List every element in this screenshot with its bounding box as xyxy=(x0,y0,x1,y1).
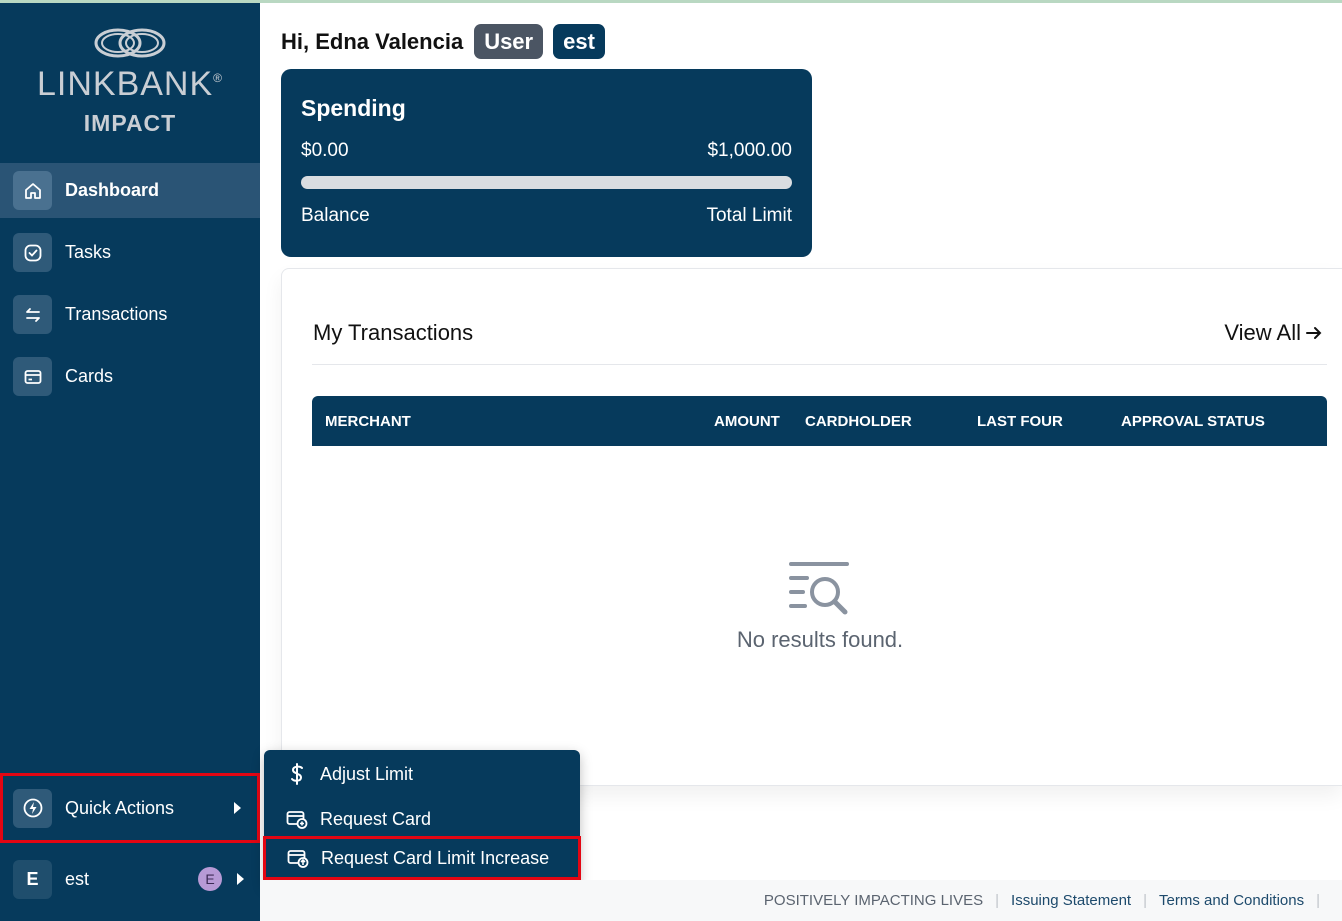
user-menu[interactable]: E est E xyxy=(0,857,260,901)
quick-actions-label: Quick Actions xyxy=(65,797,175,818)
balance-label: Balance xyxy=(301,205,370,226)
quick-actions-button[interactable]: Quick Actions xyxy=(0,773,260,843)
greeting: Hi, Edna Valencia xyxy=(281,28,464,54)
divider xyxy=(312,364,1327,365)
spending-card: Spending $0.00 $1,000.00 Balance Total L… xyxy=(281,69,812,257)
card-up-icon xyxy=(287,848,309,868)
footer-tagline: POSITIVELY IMPACTING LIVES xyxy=(763,892,984,909)
card-plus-icon xyxy=(286,809,308,829)
issuing-statement-link[interactable]: Issuing Statement xyxy=(1011,892,1131,909)
home-icon xyxy=(13,171,52,210)
footer-separator: | xyxy=(1143,892,1148,909)
column-last-four[interactable]: LAST FOUR xyxy=(977,413,1063,430)
spending-title: Spending xyxy=(301,95,406,121)
org-badge: est xyxy=(553,24,605,59)
spending-amounts: $0.00 $1,000.00 xyxy=(301,140,792,162)
transactions-title: My Transactions xyxy=(313,320,474,345)
lightning-icon xyxy=(13,788,52,828)
view-all-label: View All xyxy=(1224,320,1301,345)
credit-card-icon xyxy=(13,357,52,396)
table-header: MERCHANT AMOUNT CARDHOLDER LAST FOUR APP… xyxy=(312,396,1327,446)
sidebar-item-dashboard[interactable]: Dashboard xyxy=(0,163,260,218)
balance-value: $0.00 xyxy=(301,140,349,161)
page-header: Hi, Edna Valencia User est xyxy=(281,24,615,59)
sidebar-item-transactions[interactable]: Transactions xyxy=(0,287,260,342)
limit-label: Total Limit xyxy=(706,205,792,226)
avatar: E xyxy=(13,859,52,899)
brand-logo: LINKBANK® IMPACT xyxy=(0,25,260,137)
transactions-panel: My Transactions View All MERCHANT AMOUNT… xyxy=(281,268,1342,786)
empty-state-text: No results found. xyxy=(736,627,904,652)
spending-labels: Balance Total Limit xyxy=(301,205,792,227)
sidebar-item-label: Tasks xyxy=(65,242,112,262)
column-amount[interactable]: AMOUNT xyxy=(714,413,780,430)
footer: POSITIVELY IMPACTING LIVES | Issuing Sta… xyxy=(260,880,1342,921)
check-circle-icon xyxy=(13,233,52,272)
sidebar-item-label: Transactions xyxy=(65,304,168,324)
menu-item-label: Adjust Limit xyxy=(320,763,414,784)
sidebar-item-label: Dashboard xyxy=(65,180,160,200)
linkbank-rings-icon xyxy=(94,28,166,58)
search-list-icon xyxy=(789,562,849,615)
footer-separator: | xyxy=(1316,892,1320,909)
menu-item-request-card[interactable]: Request Card xyxy=(264,797,580,841)
quick-actions-menu: Adjust Limit Request Card Request Card L… xyxy=(263,750,581,885)
arrow-right-icon xyxy=(1306,327,1322,339)
footer-separator: | xyxy=(995,892,1000,909)
sidebar: LINKBANK® IMPACT Dashboard Tasks Transac… xyxy=(0,3,260,921)
menu-item-adjust-limit[interactable]: Adjust Limit xyxy=(264,752,580,796)
menu-item-request-card-limit-increase[interactable]: Request Card Limit Increase xyxy=(263,836,581,880)
menu-item-label: Request Card Limit Increase xyxy=(321,847,550,868)
chevron-right-icon xyxy=(237,873,244,885)
sidebar-item-tasks[interactable]: Tasks xyxy=(0,225,260,280)
chevron-right-icon xyxy=(234,802,241,814)
menu-item-label: Request Card xyxy=(320,808,432,829)
dollar-icon xyxy=(286,763,308,785)
brand-name: LINKBANK® xyxy=(36,65,224,103)
role-badge: User xyxy=(474,24,544,59)
user-name: est xyxy=(65,868,90,889)
column-approval-status[interactable]: APPROVAL STATUS xyxy=(1121,413,1265,430)
column-cardholder[interactable]: CARDHOLDER xyxy=(805,413,912,430)
sidebar-item-cards[interactable]: Cards xyxy=(0,349,260,404)
view-all-link[interactable]: View All xyxy=(1224,320,1324,346)
terms-link[interactable]: Terms and Conditions xyxy=(1159,892,1304,909)
sidebar-item-label: Cards xyxy=(65,366,114,386)
column-merchant[interactable]: MERCHANT xyxy=(325,413,411,430)
sidebar-nav: Dashboard Tasks Transactions Cards xyxy=(0,163,260,411)
brand-sub: IMPACT xyxy=(83,110,177,136)
spending-progress-bar xyxy=(301,176,792,189)
limit-value: $1,000.00 xyxy=(707,140,792,161)
arrows-swap-icon xyxy=(13,295,52,334)
user-initial-badge: E xyxy=(198,867,222,891)
